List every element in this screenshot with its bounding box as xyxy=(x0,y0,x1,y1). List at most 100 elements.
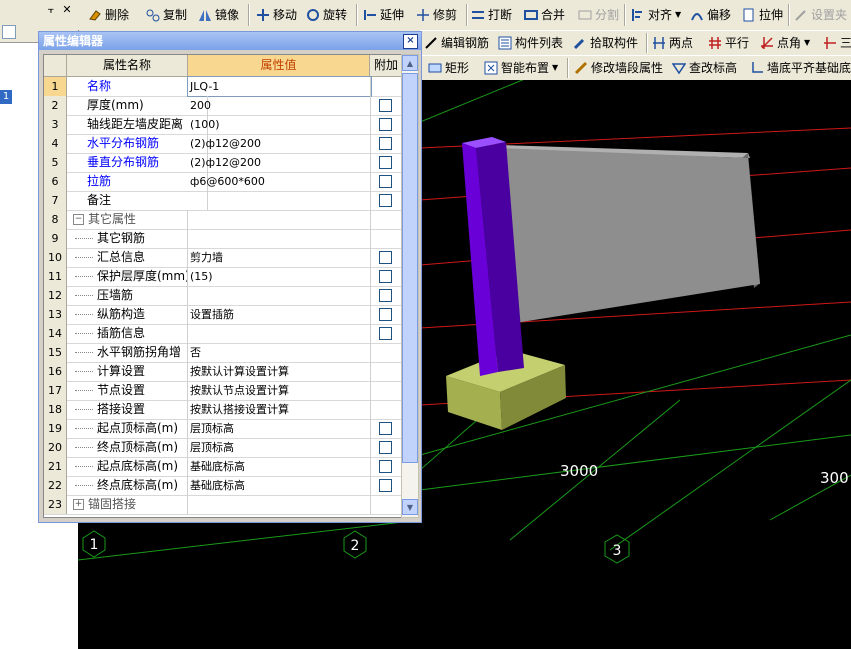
property-value-cell[interactable] xyxy=(188,210,371,229)
property-row[interactable]: 19 起点顶标高(m) 层顶标高 xyxy=(44,419,402,439)
point-angle-button[interactable]: 点角 ▼ xyxy=(760,33,810,53)
attach-checkbox[interactable] xyxy=(379,479,392,492)
property-value-cell[interactable]: 层顶标高 xyxy=(188,438,371,457)
property-row[interactable]: 14 插筋信息 xyxy=(44,324,402,344)
move-button[interactable]: 移动 xyxy=(256,5,297,25)
attach-checkbox[interactable] xyxy=(379,137,392,150)
property-row[interactable]: 20 终点顶标高(m) 层顶标高 xyxy=(44,438,402,458)
property-value-cell[interactable]: 剪力墙 xyxy=(188,248,371,267)
align-button[interactable]: 对齐 ▼ xyxy=(631,5,681,25)
property-value-cell[interactable]: 200 xyxy=(188,96,371,115)
property-value-cell[interactable]: (2)ф12@200 xyxy=(188,153,371,172)
pick-member-button[interactable]: 拾取构件 xyxy=(573,33,638,53)
attach-checkbox[interactable] xyxy=(379,327,392,340)
property-row[interactable]: 16 计算设置 按默认计算设置计算 xyxy=(44,362,402,382)
property-value-cell[interactable] xyxy=(188,495,371,514)
expand-icon[interactable]: + xyxy=(73,499,84,510)
copy-button[interactable]: 复制 xyxy=(146,5,187,25)
viewport-canvas[interactable]: 3000 300 3 xyxy=(420,80,851,649)
property-value-cell[interactable]: 基础底标高 xyxy=(188,476,371,495)
property-row[interactable]: 17 节点设置 按默认节点设置计算 xyxy=(44,381,402,401)
attach-checkbox[interactable] xyxy=(379,251,392,264)
property-row[interactable]: 3 轴线距左墙皮距离 (100) xyxy=(44,115,402,135)
attach-checkbox[interactable] xyxy=(379,308,392,321)
shear-wall[interactable] xyxy=(500,145,760,323)
property-row[interactable]: 7 备注 xyxy=(44,191,402,211)
viewport-lower-left[interactable]: 1 2 xyxy=(78,520,420,649)
property-value-cell[interactable]: 层顶标高 xyxy=(188,419,371,438)
three-point-button[interactable]: 三 xyxy=(823,33,851,53)
scroll-down-button[interactable]: ▼ xyxy=(402,499,418,515)
split-button[interactable]: 分割 xyxy=(578,5,619,25)
attach-checkbox[interactable] xyxy=(379,175,392,188)
property-row[interactable]: 13 纵筋构造 设置插筋 xyxy=(44,305,402,325)
merge-button[interactable]: 合并 xyxy=(524,5,565,25)
attach-checkbox[interactable] xyxy=(379,270,392,283)
property-row[interactable]: 4 水平分布钢筋 (2)ф12@200 xyxy=(44,134,402,154)
offset-button[interactable]: 偏移 xyxy=(690,5,731,25)
two-points-button[interactable]: 两点 xyxy=(652,33,693,53)
3d-viewport[interactable]: 3000 300 3 xyxy=(420,80,851,649)
trim-button[interactable]: 修剪 xyxy=(416,5,457,25)
attach-checkbox[interactable] xyxy=(379,194,392,207)
edit-rebar-button[interactable]: 编辑钢筋 xyxy=(424,33,489,53)
property-value-cell[interactable]: 否 xyxy=(188,343,371,362)
attach-checkbox[interactable] xyxy=(379,156,392,169)
delete-button[interactable]: 删除 xyxy=(88,5,129,25)
property-value-cell[interactable] xyxy=(188,286,371,305)
check-elev-button[interactable]: 查改标高 xyxy=(671,58,737,78)
property-row[interactable]: 6 拉筋 ф6@600*600 xyxy=(44,172,402,192)
property-value-cell[interactable]: 按默认搭接设置计算 xyxy=(188,400,371,419)
property-row[interactable]: 18 搭接设置 按默认搭接设置计算 xyxy=(44,400,402,420)
parallel-button[interactable]: 平行 xyxy=(708,33,749,53)
property-value-cell[interactable]: JLQ-1 xyxy=(187,76,372,97)
extend-button[interactable]: 延伸 xyxy=(363,5,404,25)
property-value-cell[interactable]: 按默认节点设置计算 xyxy=(188,381,371,400)
attach-checkbox[interactable] xyxy=(379,422,392,435)
property-row[interactable]: 2 厚度(mm) 200 xyxy=(44,96,402,116)
property-row[interactable]: 22 终点底标高(m) 基础底标高 xyxy=(44,476,402,496)
scroll-up-button[interactable]: ▲ xyxy=(402,55,418,71)
property-value-cell[interactable]: (15) xyxy=(188,267,371,286)
mirror-button[interactable]: 镜像 xyxy=(198,5,239,25)
stretch-button[interactable]: 拉伸 xyxy=(742,5,783,25)
set-arch-button[interactable]: 设置夹 xyxy=(794,5,847,25)
property-row[interactable]: 23 + 锚固搭接 xyxy=(44,495,402,515)
property-row[interactable]: 1 名称 JLQ-1 xyxy=(44,76,402,97)
property-row[interactable]: 15 水平钢筋拐角增否 xyxy=(44,343,402,363)
member-list-button[interactable]: 构件列表 xyxy=(498,33,563,53)
property-value-cell[interactable]: (100) xyxy=(188,115,371,134)
wall-bottom-flush-button[interactable]: 墙底平齐基础底 xyxy=(750,58,851,78)
scroll-thumb[interactable] xyxy=(402,73,418,463)
vertical-scrollbar[interactable]: ▲ ▼ xyxy=(401,54,419,518)
new-icon[interactable] xyxy=(2,25,16,39)
property-value-cell[interactable]: 基础底标高 xyxy=(188,457,371,476)
property-value-cell[interactable] xyxy=(188,191,371,210)
close-button[interactable]: × xyxy=(403,34,418,49)
property-editor-titlebar[interactable]: 属性编辑器 × xyxy=(39,32,421,50)
attach-checkbox[interactable] xyxy=(379,441,392,454)
property-value-cell[interactable] xyxy=(188,229,371,248)
property-row[interactable]: 21 起点底标高(m) 基础底标高 xyxy=(44,457,402,477)
attach-checkbox[interactable] xyxy=(379,118,392,131)
collapse-icon[interactable]: − xyxy=(73,214,84,225)
property-value-cell[interactable]: 按默认计算设置计算 xyxy=(188,362,371,381)
property-row[interactable]: 5 垂直分布钢筋 (2)ф12@200 xyxy=(44,153,402,173)
property-value-cell[interactable]: 设置插筋 xyxy=(188,305,371,324)
property-row[interactable]: 11 保护层厚度(mm) (15) xyxy=(44,267,402,287)
property-value-cell[interactable]: (2)ф12@200 xyxy=(188,134,371,153)
attach-checkbox[interactable] xyxy=(379,289,392,302)
attach-checkbox[interactable] xyxy=(379,99,392,112)
smart-layout-button[interactable]: 智能布置 ▼ xyxy=(484,58,558,78)
property-value-cell[interactable] xyxy=(188,324,371,343)
attach-checkbox[interactable] xyxy=(379,460,392,473)
rotate-button[interactable]: 旋转 xyxy=(306,5,347,25)
modify-wall-attr-button[interactable]: 修改墙段属性 xyxy=(574,58,663,78)
break-button[interactable]: 打断 xyxy=(471,5,512,25)
property-row[interactable]: 8− 其它属性 xyxy=(44,210,402,230)
property-value-cell[interactable]: ф6@600*600 xyxy=(188,172,371,191)
selected-tree-item[interactable]: 1 xyxy=(0,90,12,104)
property-row[interactable]: 9 其它钢筋 xyxy=(44,229,402,249)
rect-button[interactable]: 矩形 xyxy=(428,58,469,78)
property-row[interactable]: 12 压墙筋 xyxy=(44,286,402,306)
